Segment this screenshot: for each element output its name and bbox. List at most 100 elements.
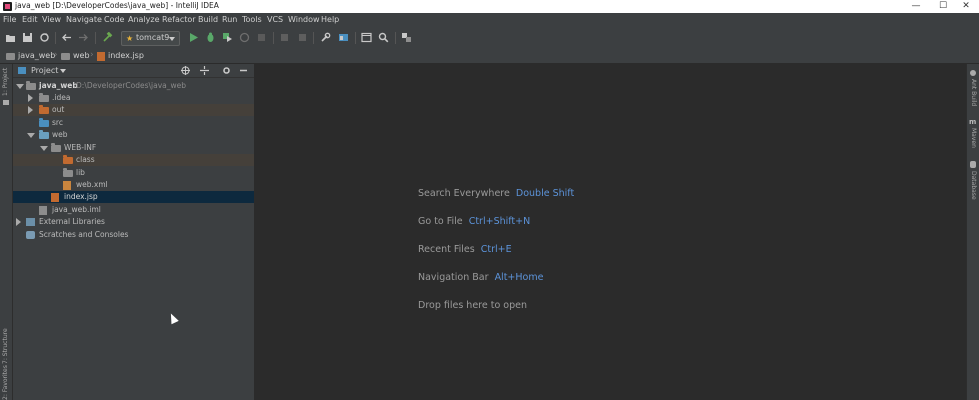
save-icon[interactable] <box>22 32 33 43</box>
menu-analyze[interactable]: Analyze <box>128 15 160 24</box>
project-structure-icon[interactable] <box>338 32 349 43</box>
vcs-commit-icon[interactable] <box>297 32 308 43</box>
menu-view[interactable]: View <box>42 15 61 24</box>
debug-bug-icon[interactable] <box>205 32 216 43</box>
menu-vcs[interactable]: VCS <box>267 15 283 24</box>
build-hammer-icon[interactable] <box>102 32 113 43</box>
plugin-icon[interactable] <box>401 32 412 43</box>
main-toolbar: ★ tomcat9 <box>0 27 979 50</box>
tree-row-index-jsp[interactable]: index.jsp <box>13 191 254 203</box>
menu-refactor[interactable]: Refactor <box>162 15 196 24</box>
tree-label: WEB-INF <box>64 143 97 152</box>
menu-navigate[interactable]: Navigate <box>66 15 102 24</box>
hint-text: Navigation Bar <box>418 272 489 283</box>
folder-icon <box>39 93 49 102</box>
tree-label: index.jsp <box>64 192 98 201</box>
vcs-update-icon[interactable] <box>280 32 291 43</box>
tree-path: D:\DeveloperCodes\java_web <box>76 81 187 90</box>
open-folder-icon[interactable] <box>5 32 16 43</box>
favorites-tool-tab[interactable]: 2: Favorites <box>2 365 9 400</box>
search-icon[interactable] <box>378 32 389 43</box>
navigation-breadcrumbs: java_web › web › index.jsp <box>0 49 979 64</box>
database-tool-tab[interactable]: Database <box>970 171 977 200</box>
hint-go-to-file: Go to File Ctrl+Shift+N <box>418 216 530 227</box>
maven-tool-tab[interactable]: Maven <box>970 128 977 148</box>
tree-row-iml[interactable]: java_web.iml <box>13 204 254 216</box>
settings-wrench-icon[interactable] <box>320 32 331 43</box>
menu-file[interactable]: File <box>3 15 16 24</box>
hint-shortcut: Ctrl+Shift+N <box>468 216 531 227</box>
terminal-window-icon[interactable] <box>361 32 372 43</box>
locate-target-icon[interactable] <box>181 66 190 75</box>
tree-label: External Libraries <box>39 217 105 226</box>
hint-shortcut: Ctrl+E <box>480 244 512 255</box>
breadcrumb-file[interactable]: index.jsp <box>108 51 144 60</box>
forward-arrow-icon[interactable] <box>78 32 89 43</box>
tree-row-scratches[interactable]: Scratches and Consoles <box>13 229 254 241</box>
project-tool-icon <box>3 100 9 105</box>
minimize-button[interactable]: — <box>903 0 929 13</box>
profile-icon[interactable] <box>239 32 250 43</box>
database-icon <box>970 161 976 168</box>
structure-tool-tab[interactable]: 7: Structure <box>2 328 9 364</box>
tree-label: out <box>52 105 65 114</box>
hint-text: Recent Files <box>418 244 475 255</box>
tree-row-external-libraries[interactable]: External Libraries <box>13 216 254 228</box>
ant-build-tool-tab[interactable]: Ant Build <box>970 79 977 106</box>
window-title: java_web [D:\DeveloperCodes\java_web] - … <box>15 1 219 10</box>
menu-run[interactable]: Run <box>222 15 237 24</box>
menu-build[interactable]: Build <box>198 15 218 24</box>
run-configuration-selector[interactable]: ★ tomcat9 <box>121 31 180 46</box>
run-icon[interactable] <box>188 32 199 43</box>
tree-row-web-xml[interactable]: web.xml <box>13 179 254 191</box>
project-tool-tab[interactable]: 1: Project <box>2 68 9 96</box>
breadcrumb-separator: › <box>54 50 58 60</box>
tree-row-web[interactable]: web <box>13 129 254 141</box>
menu-edit[interactable]: Edit <box>22 15 38 24</box>
menu-help[interactable]: Help <box>321 15 339 24</box>
chevron-down-icon[interactable] <box>60 69 66 73</box>
menu-code[interactable]: Code <box>104 15 124 24</box>
expanded-arrow-icon <box>16 84 24 89</box>
tree-row-project-root[interactable]: java_web D:\DeveloperCodes\java_web <box>13 80 254 92</box>
gear-icon[interactable] <box>222 66 231 75</box>
close-button[interactable]: ✕ <box>953 0 979 13</box>
tree-row-idea[interactable]: .idea <box>13 92 254 104</box>
left-tool-strip: 1: Project 7: Structure 2: Favorites <box>0 64 13 400</box>
tree-row-class[interactable]: class <box>13 154 254 166</box>
project-panel-title[interactable]: Project <box>31 66 58 75</box>
tree-row-web-inf[interactable]: WEB-INF <box>13 142 254 154</box>
iml-file-icon <box>39 206 47 215</box>
hint-recent-files: Recent Files Ctrl+E <box>418 244 512 255</box>
tree-label: class <box>76 155 95 164</box>
folder-icon <box>6 53 15 60</box>
hide-panel-icon[interactable] <box>239 66 248 75</box>
tomcat-icon: ★ <box>126 34 134 43</box>
back-arrow-icon[interactable] <box>61 32 72 43</box>
editor-area[interactable]: Search Everywhere Double Shift Go to Fil… <box>255 64 967 400</box>
tree-row-lib[interactable]: lib <box>13 167 254 179</box>
collapse-all-icon[interactable] <box>200 66 209 75</box>
scratches-icon <box>26 231 35 239</box>
web-folder-icon <box>39 130 49 139</box>
folder-icon <box>51 143 61 152</box>
expanded-arrow-icon <box>40 146 48 151</box>
run-with-coverage-icon[interactable] <box>222 32 233 43</box>
menu-tools[interactable]: Tools <box>242 15 262 24</box>
right-tool-strip: Ant Build m Maven Database <box>966 64 979 400</box>
breadcrumb-project[interactable]: java_web <box>18 51 55 60</box>
jsp-file-icon <box>97 52 105 61</box>
tree-row-out[interactable]: out <box>13 104 254 116</box>
stop-icon[interactable] <box>256 32 267 43</box>
module-folder-icon <box>26 81 36 90</box>
hint-text: Search Everywhere <box>418 188 510 199</box>
project-tool-window: Project java_web D:\DeveloperCodes\java_… <box>13 64 255 400</box>
menu-window[interactable]: Window <box>288 15 320 24</box>
hint-text: Drop files here to open <box>418 300 528 311</box>
synchronize-icon[interactable] <box>39 32 50 43</box>
collapsed-arrow-icon <box>28 106 33 114</box>
tree-row-src[interactable]: src <box>13 117 254 129</box>
title-bar: java_web [D:\DeveloperCodes\java_web] - … <box>0 0 979 13</box>
breadcrumb-web[interactable]: web <box>73 51 90 60</box>
breadcrumb-separator: › <box>90 50 94 60</box>
